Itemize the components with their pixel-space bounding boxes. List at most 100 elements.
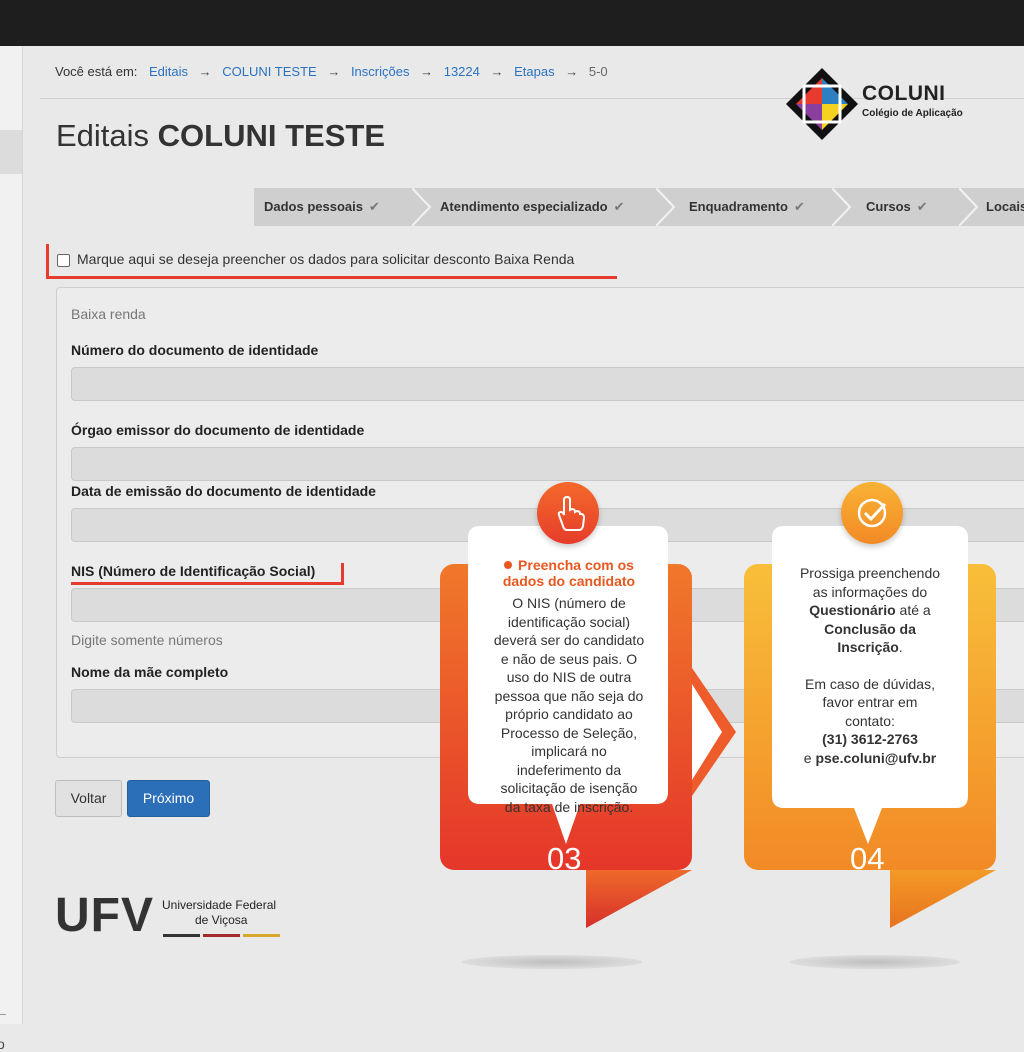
breadcrumb-current: 5-0 xyxy=(588,64,608,79)
breadcrumb-arrow: → xyxy=(327,64,341,79)
low-income-checkbox-label: Marque aqui se deseja preencher os dados… xyxy=(77,251,575,267)
sidebar-text-fragment: o xyxy=(0,1036,5,1052)
ufv-bar-dark xyxy=(163,934,200,937)
nis-highlight-mark xyxy=(341,563,344,585)
ufv-name-line1: Universidade Federal xyxy=(162,898,277,912)
card-03-body-line: uso do NIS de outra xyxy=(506,669,632,685)
bullet-icon xyxy=(504,561,513,570)
sidebar-selected-item[interactable] xyxy=(0,130,22,174)
breadcrumb-link-coluni-teste[interactable]: COLUNI TESTE xyxy=(222,64,316,79)
ufv-acronym: UFV xyxy=(55,889,154,942)
ufv-name-line2: de Viçosa xyxy=(195,913,248,927)
card-03-body-line: pessoa que não seja do xyxy=(494,687,644,704)
card-03-body-line: identificação social) xyxy=(507,613,631,630)
card-04-shadow xyxy=(790,955,960,969)
card-04-line-rest: até a xyxy=(895,602,931,618)
step-label: Cursos xyxy=(866,199,911,214)
card-03-title-line2: dados do candidato xyxy=(502,573,636,589)
card-04-line: Prossiga preenchendo xyxy=(799,565,941,581)
card-03-number: 03 xyxy=(547,841,582,876)
card-03-body-line: próprio candidato ao xyxy=(505,706,633,722)
coluni-logo: COLUNI Colégio de Aplicação xyxy=(782,64,1012,144)
mother-name-label: Nome da mãe completo xyxy=(71,664,229,680)
wizard-steps: Dados pessoais ✔ Atendimento especializad… xyxy=(254,188,1024,226)
step-enquadramento[interactable]: Enquadramento ✔ xyxy=(689,188,805,226)
step-label: Dados pessoais xyxy=(264,199,363,214)
issuer-input[interactable] xyxy=(71,447,1024,481)
id-number-input[interactable] xyxy=(71,367,1024,401)
issue-date-label: Data de emissão do documento de identida… xyxy=(71,483,376,499)
card-04-line: Conclusão da xyxy=(778,620,962,639)
top-bar xyxy=(0,0,1024,46)
check-icon: ✔ xyxy=(369,199,380,214)
card-03-body-line: indeferimento da xyxy=(516,761,622,778)
conclusion-bold: Conclusão da xyxy=(824,620,916,637)
card-03-body-line: Processo de Seleção, xyxy=(500,724,638,741)
check-circle-icon xyxy=(841,482,903,544)
card-03-body-line: O NIS (número de xyxy=(512,595,626,611)
card-03-title: Preencha com os dados do candidato xyxy=(476,557,662,589)
issuer-label: Órgao emissor do documento de identidade xyxy=(71,422,365,438)
step-dados-pessoais[interactable]: Dados pessoais ✔ xyxy=(264,188,380,226)
card-04-text: Prossiga preenchendo as informações do Q… xyxy=(778,564,962,767)
id-number-label: Número do documento de identidade xyxy=(71,342,319,358)
nis-label: NIS (Número de Identificação Social) xyxy=(71,563,316,579)
step-locais[interactable]: Locais xyxy=(986,188,1024,226)
logo-name: COLUNI xyxy=(862,82,946,105)
card-04-line: (31) 3612-2763 xyxy=(778,730,962,749)
breadcrumb-link-editais[interactable]: Editais xyxy=(149,64,188,79)
coluni-emblem-icon xyxy=(786,68,858,140)
card-03-body-line: da taxa de inscrição. xyxy=(504,798,634,815)
card-03-body-line: implicará no xyxy=(531,743,607,759)
card-04-line: Inscrição. xyxy=(778,638,962,657)
questionnaire-bold: Questionário xyxy=(809,602,896,618)
card-04-spacer xyxy=(778,657,962,675)
step-label: Locais xyxy=(986,199,1024,214)
back-button[interactable]: Voltar xyxy=(55,780,122,817)
email-prefix: e xyxy=(803,749,816,766)
card-03-body-line: deverá ser do candidato xyxy=(493,632,645,648)
card-03-text: Preencha com os dados do candidato O NIS … xyxy=(476,557,662,816)
left-sidebar: o xyxy=(0,46,23,1052)
contact-email[interactable]: pse.coluni@ufv.br xyxy=(815,750,936,766)
breadcrumb-link-13224[interactable]: 13224 xyxy=(444,64,480,79)
inscription-bold: Inscrição xyxy=(837,639,899,655)
ufv-bar-gold xyxy=(243,934,280,937)
low-income-checkbox[interactable] xyxy=(57,254,70,267)
breadcrumb-arrow: → xyxy=(565,64,579,79)
card-04-line: e pse.coluni@ufv.br xyxy=(778,749,962,768)
step-label: Enquadramento xyxy=(689,199,788,214)
breadcrumb-link-inscricoes[interactable]: Inscrições xyxy=(351,64,410,79)
step-atendimento-especializado[interactable]: Atendimento especializado ✔ xyxy=(440,188,625,226)
fieldset-legend: Baixa renda xyxy=(71,306,146,322)
step-cursos[interactable]: Cursos ✔ xyxy=(866,188,928,226)
page-title: Editais COLUNI TESTE xyxy=(56,118,385,154)
info-card-03: Preencha com os dados do candidato O NIS … xyxy=(440,482,740,933)
card-03-body: O NIS (número de identificação social) d… xyxy=(476,594,662,816)
next-button[interactable]: Próximo xyxy=(127,780,210,817)
info-card-04: Prossiga preenchendo as informações do Q… xyxy=(744,482,1004,933)
logo-subtitle: Colégio de Aplicação xyxy=(862,108,963,119)
nis-highlight-underline xyxy=(71,582,343,585)
breadcrumb-link-etapas[interactable]: Etapas xyxy=(514,64,554,79)
check-icon: ✔ xyxy=(793,199,805,214)
ufv-logo: UFV Universidade Federal de Viçosa xyxy=(55,889,295,944)
pointer-hand-icon xyxy=(537,482,599,544)
page-title-prefix: Editais xyxy=(56,118,150,153)
breadcrumb-label: Você está em: xyxy=(55,64,138,79)
breadcrumb-arrow: → xyxy=(490,64,504,79)
card-04-line: Questionário até a xyxy=(778,601,962,620)
contact-phone[interactable]: (31) 3612-2763 xyxy=(822,731,918,747)
step-separator-icon xyxy=(412,188,432,226)
ufv-bar-red xyxy=(203,934,240,937)
low-income-checkbox-row[interactable]: Marque aqui se deseja preencher os dados… xyxy=(46,244,617,279)
card-04-line: contato: xyxy=(845,712,895,729)
nis-help-text: Digite somente números xyxy=(71,632,223,648)
step-separator-icon xyxy=(832,188,852,226)
card-03-body-line: e não de seus pais. O xyxy=(500,650,638,667)
card-04-number: 04 xyxy=(850,841,885,876)
check-icon: ✔ xyxy=(613,199,625,214)
step-separator-icon xyxy=(959,188,979,226)
card-04-line-rest: . xyxy=(898,639,903,655)
card-03-title-line1: Preencha com os xyxy=(518,557,634,573)
